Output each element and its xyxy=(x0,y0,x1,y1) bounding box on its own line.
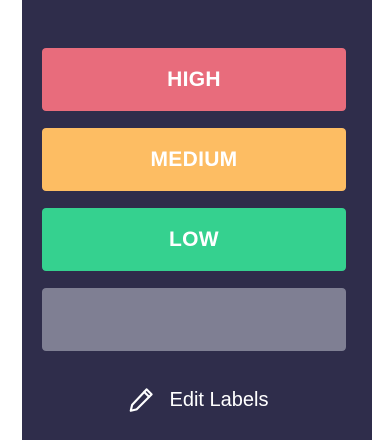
label-medium[interactable]: MEDIUM xyxy=(42,128,346,191)
label-low-text: LOW xyxy=(169,227,219,251)
edit-labels-button[interactable]: Edit Labels xyxy=(22,378,372,422)
pencil-icon xyxy=(126,385,156,415)
label-list: HIGH MEDIUM LOW xyxy=(42,48,346,351)
label-low[interactable]: LOW xyxy=(42,208,346,271)
label-medium-text: MEDIUM xyxy=(150,147,238,171)
label-high[interactable]: HIGH xyxy=(42,48,346,111)
edit-labels-text: Edit Labels xyxy=(169,388,269,411)
label-high-text: HIGH xyxy=(167,67,221,91)
labels-panel: HIGH MEDIUM LOW Edit Labels xyxy=(22,0,372,440)
label-unnamed[interactable] xyxy=(42,288,346,351)
